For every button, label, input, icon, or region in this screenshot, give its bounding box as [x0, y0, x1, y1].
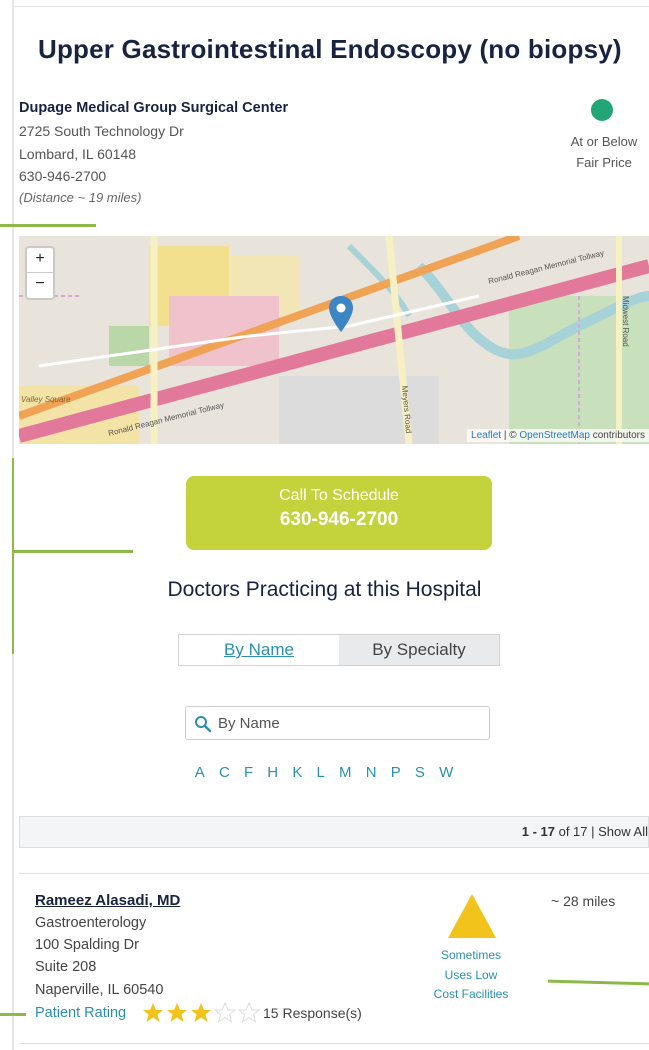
results-pager: 1 - 17 of 17 | Show All	[19, 816, 649, 848]
pager-text: 1 - 17 of 17 | Show All	[522, 824, 648, 839]
facility-distance: (Distance ~ 19 miles)	[19, 190, 142, 205]
rating-responses-count: 15 Response(s)	[263, 1005, 362, 1021]
map-zoom-in-button[interactable]: +	[27, 248, 53, 272]
letter-filter-n[interactable]: N	[366, 764, 378, 781]
leaflet-link[interactable]: Leaflet	[471, 430, 501, 441]
list-divider-top	[19, 873, 649, 874]
annotation-connector-4	[547, 979, 649, 986]
letter-filter-k[interactable]: K	[292, 764, 303, 781]
letter-filter-m[interactable]: M	[339, 764, 353, 781]
panel-top-border	[12, 6, 649, 7]
pager-of: of 17 |	[554, 824, 599, 839]
star-filled-icon	[191, 1003, 211, 1022]
fair-price-line1: At or Below	[570, 134, 638, 149]
patient-rating-stars	[142, 1001, 262, 1029]
letter-filter-s[interactable]: S	[415, 764, 426, 781]
cost-status-line1: Sometimes	[440, 948, 502, 962]
fair-price-label: At or Below Fair Price	[556, 131, 649, 173]
map-place-label: Valley Square	[21, 395, 71, 404]
doctor-address-line1: 100 Spalding Dr	[35, 937, 139, 953]
search-icon	[195, 716, 212, 733]
doctor-sort-tabs: By Name By Specialty	[178, 634, 500, 666]
star-filled-icon	[143, 1003, 163, 1022]
cta-label: Call To Schedule	[279, 487, 399, 504]
letter-filter-f[interactable]: F	[244, 764, 254, 781]
letter-filter-c[interactable]: C	[219, 764, 231, 781]
facility-phone: 630-946-2700	[19, 168, 107, 184]
doctor-name-link[interactable]: Rameez Alasadi, MD	[35, 892, 180, 909]
annotation-connector-1	[0, 224, 96, 227]
attribution-separator: | ©	[501, 430, 520, 441]
facility-name: Dupage Medical Group Surgical Center	[19, 100, 289, 116]
annotation-bracket	[12, 458, 14, 654]
attribution-tail: contributors	[589, 430, 645, 441]
doctor-distance: ~ 28 miles	[551, 893, 616, 909]
doctor-search-box	[185, 706, 490, 740]
doctor-address-line2: Suite 208	[35, 959, 97, 975]
call-to-schedule-button[interactable]: Call To Schedule 630-946-2700	[186, 476, 492, 550]
doctors-section-heading: Doctors Practicing at this Hospital	[167, 578, 482, 601]
letter-filter-h[interactable]: H	[267, 764, 279, 781]
fair-price-dot-icon	[591, 99, 613, 121]
page-title: Upper Gastrointestinal Endoscopy (no bio…	[38, 34, 622, 64]
fair-price-line2: Fair Price	[576, 155, 632, 170]
list-divider-bottom	[19, 1043, 649, 1044]
letter-filter-a[interactable]: A	[195, 764, 206, 781]
pager-range: 1 - 17	[521, 824, 555, 839]
location-map[interactable]: Ronald Reagan Memorial Tollway Ronald Re…	[19, 236, 649, 444]
cost-facility-status: Sometimes Uses Low Cost Facilities	[414, 946, 528, 1005]
star-empty-icon	[213, 1001, 237, 1024]
show-all-link[interactable]: Show All	[598, 824, 648, 839]
facility-address-line2: Lombard, IL 60148	[19, 146, 137, 162]
map-tiles: Ronald Reagan Memorial Tollway Ronald Re…	[19, 236, 649, 444]
doctor-address-line3: Naperville, IL 60540	[35, 982, 164, 998]
tab-by-specialty[interactable]: By Specialty	[339, 635, 499, 665]
tab-by-name[interactable]: By Name	[179, 635, 339, 665]
map-zoom-out-button[interactable]: −	[27, 273, 53, 297]
letter-filter-w[interactable]: W	[439, 764, 454, 781]
alphabet-filter: A C F H K L M N P S W	[0, 764, 649, 781]
cost-status-line3: Cost Facilities	[433, 987, 509, 1001]
letter-filter-l[interactable]: L	[317, 764, 326, 781]
doctor-search-input[interactable]	[216, 714, 480, 733]
cost-status-line2: Uses Low	[444, 967, 498, 982]
star-filled-icon	[167, 1003, 187, 1022]
doctor-specialty: Gastroenterology	[35, 915, 147, 931]
letter-filter-p[interactable]: P	[391, 764, 402, 781]
facility-address-line1: 2725 South Technology Dr	[19, 123, 184, 139]
map-attribution: Leaflet | © OpenStreetMap contributors	[467, 429, 649, 442]
warning-triangle-icon	[447, 893, 497, 944]
openstreetmap-link[interactable]: OpenStreetMap	[519, 430, 590, 441]
map-zoom-control: + −	[25, 246, 55, 300]
star-empty-icon	[237, 1001, 261, 1024]
map-road-label-4: Midwest Road	[621, 296, 630, 347]
annotation-connector-2	[12, 550, 133, 553]
annotation-connector-3	[0, 1013, 26, 1016]
cta-phone: 630-946-2700	[279, 509, 399, 530]
patient-rating-label[interactable]: Patient Rating	[35, 1005, 126, 1021]
